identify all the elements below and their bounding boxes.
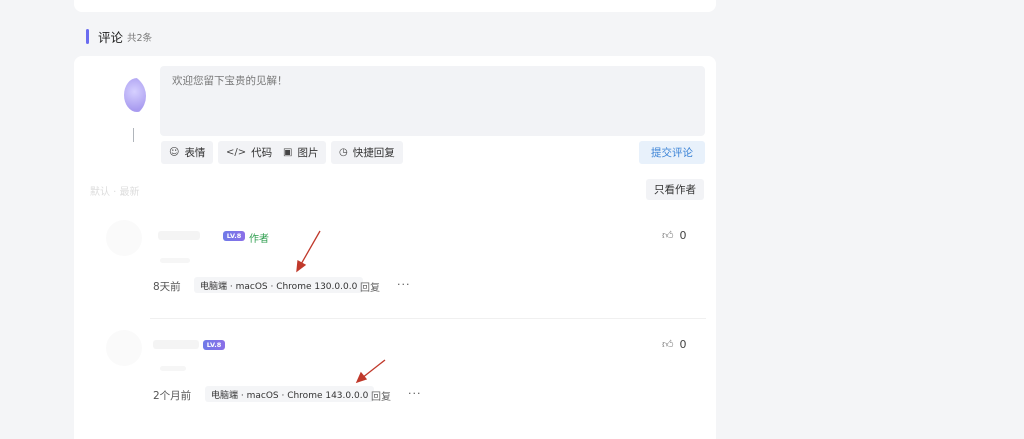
comments-header: 评论 共2条 (86, 28, 153, 45)
comment-time: 8天前 (153, 281, 181, 293)
image-button[interactable]: ▣ 图片 (275, 141, 327, 164)
level-badge: LV.8 (223, 231, 245, 241)
more-icon[interactable]: ··· (397, 278, 411, 291)
more-icon[interactable]: ··· (408, 387, 422, 400)
avatar-decoration (133, 128, 134, 142)
emoji-icon: ☺ (169, 147, 180, 158)
current-user-avatar (102, 74, 146, 118)
submit-comment-button[interactable]: 提交评论 (639, 141, 705, 164)
commenter-name[interactable] (153, 340, 199, 349)
comment-input-placeholder: 欢迎您留下宝贵的见解！ (172, 75, 288, 87)
code-button[interactable]: </> 代码 (218, 141, 281, 164)
quick-reply-icon: ◷ (339, 147, 348, 158)
thumbs-up-icon: 👍︎ (662, 229, 674, 242)
only-author-button[interactable]: 只看作者 (646, 179, 704, 200)
reply-button[interactable]: 回复 (360, 279, 380, 294)
like-count: 0 (679, 229, 687, 242)
level-badge: LV.8 (203, 340, 225, 350)
commenter-name[interactable] (158, 231, 200, 240)
comment-divider (150, 318, 706, 319)
image-icon: ▣ (283, 147, 293, 158)
device-info: 电脑端 · macOS · Chrome 143.0.0.0 (205, 386, 375, 402)
emoji-button[interactable]: ☺ 表情 (161, 141, 214, 164)
like-count: 0 (679, 338, 687, 351)
like-button[interactable]: 👍︎ 0 (662, 338, 687, 351)
sort-tabs[interactable]: 默认 · 最新 (90, 183, 140, 198)
like-button[interactable]: 👍︎ 0 (662, 229, 687, 242)
code-icon: </> (226, 147, 247, 158)
comment-time: 2个月前 (153, 390, 192, 402)
device-info: 电脑端 · macOS · Chrome 130.0.0.0 (194, 277, 364, 293)
comment-count: 共2条 (127, 33, 153, 44)
image-label: 图片 (297, 147, 319, 159)
quick-reply-button[interactable]: ◷ 快捷回复 (331, 141, 403, 164)
emoji-label: 表情 (184, 147, 206, 159)
reply-button[interactable]: 回复 (371, 388, 391, 403)
quick-reply-label: 快捷回复 (352, 147, 395, 159)
comment-text (160, 258, 190, 263)
author-tag: 作者 (249, 234, 269, 245)
commenter-avatar[interactable] (106, 330, 142, 366)
commenter-avatar[interactable] (106, 220, 142, 256)
section-title: 评论 (98, 29, 124, 45)
comment-text (160, 366, 186, 371)
code-label: 代码 (251, 147, 273, 159)
comment-input[interactable]: 欢迎您留下宝贵的见解！ (160, 66, 705, 136)
thumbs-up-icon: 👍︎ (662, 338, 674, 351)
section-accent-bar (86, 28, 89, 44)
previous-card (74, 0, 716, 12)
